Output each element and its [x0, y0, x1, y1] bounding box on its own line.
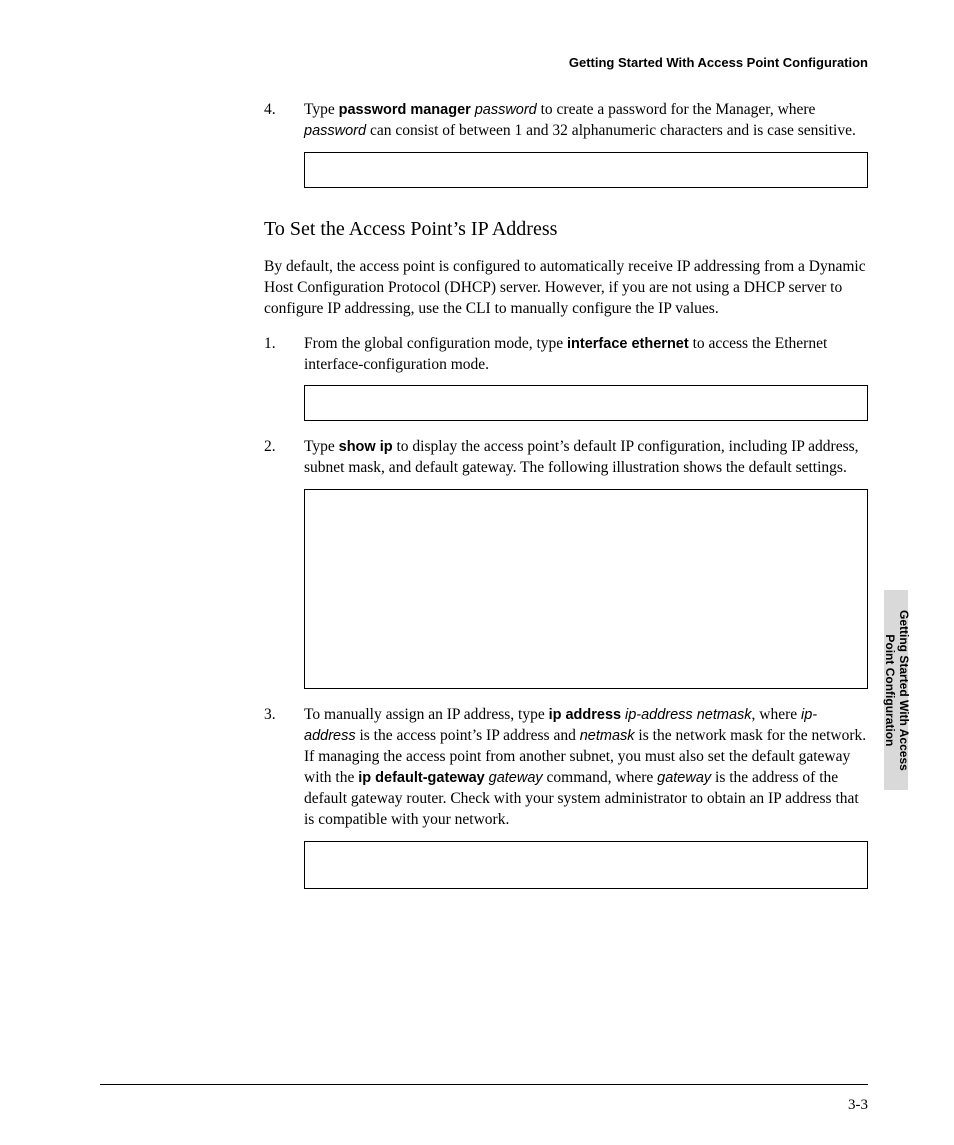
ip-s3-t1: To manually assign an IP address, type: [304, 706, 549, 723]
ip-s2-t1: Type: [304, 438, 339, 455]
arg-ip-address-netmask: ip-address netmask: [625, 707, 752, 723]
page-number: 3-3: [848, 1095, 868, 1115]
cmd-show-ip: show ip: [339, 439, 393, 455]
arg-password: password: [475, 102, 537, 118]
arg-password-2: password: [304, 123, 366, 139]
section-heading-ip: To Set the Access Point’s IP Address: [264, 216, 868, 243]
ip-s3-t3: is the access point’s IP address and: [356, 727, 580, 744]
codebox-ip-step2: [304, 489, 868, 689]
ip-step-1-text: From the global configuration mode, type…: [304, 335, 827, 373]
arg-gateway: gateway: [489, 770, 543, 786]
ip-step-3: 3. To manually assign an IP address, typ…: [264, 705, 868, 889]
ip-step-3-number: 3.: [264, 705, 276, 726]
ip-s1-t1: From the global configuration mode, type: [304, 335, 567, 352]
codebox-step4: [304, 152, 868, 188]
cmd-ip-address: ip address: [549, 707, 622, 723]
arg-netmask: netmask: [580, 728, 635, 744]
side-tab-text: Getting Started With Access Point Config…: [882, 610, 911, 771]
cmd-interface-ethernet: interface ethernet: [567, 336, 689, 352]
ip-step-3-text: To manually assign an IP address, type i…: [304, 706, 866, 828]
side-tab-line1: Getting Started With Access: [896, 610, 910, 771]
codebox-ip-step3: [304, 841, 868, 889]
side-tab-line2: Point Configuration: [882, 634, 896, 746]
ip-s3-t5: command, where: [543, 769, 658, 786]
ip-step-1: 1. From the global configuration mode, t…: [264, 334, 868, 422]
codebox-ip-step1: [304, 385, 868, 421]
ip-step-2: 2. Type show ip to display the access po…: [264, 437, 868, 689]
page-root: Getting Started With Access Point Config…: [0, 0, 954, 1145]
step-4-t2: to create a password for the Manager, wh…: [537, 101, 816, 118]
step-4-text: Type password manager password to create…: [304, 101, 856, 139]
ip-step-2-number: 2.: [264, 437, 276, 458]
cmd-password-manager: password manager: [339, 102, 471, 118]
steps-continued: 4. Type password manager password to cre…: [264, 100, 868, 188]
arg-gateway-2: gateway: [657, 770, 711, 786]
step-4-t1: Type: [304, 101, 339, 118]
steps-ip: 1. From the global configuration mode, t…: [264, 334, 868, 889]
step-4: 4. Type password manager password to cre…: [264, 100, 868, 188]
intro-paragraph: By default, the access point is configur…: [264, 257, 868, 320]
step-4-t3: can consist of between 1 and 32 alphanum…: [366, 122, 856, 139]
step-4-number: 4.: [264, 100, 276, 121]
cmd-ip-default-gateway: ip default-gateway: [358, 770, 485, 786]
content-column: 4. Type password manager password to cre…: [264, 100, 868, 905]
ip-step-1-number: 1.: [264, 334, 276, 355]
ip-step-2-text: Type show ip to display the access point…: [304, 438, 859, 476]
footer-rule: [100, 1084, 868, 1085]
running-header: Getting Started With Access Point Config…: [569, 54, 868, 72]
ip-s3-t2: , where: [752, 706, 802, 723]
side-tab: Getting Started With Access Point Config…: [884, 590, 908, 790]
